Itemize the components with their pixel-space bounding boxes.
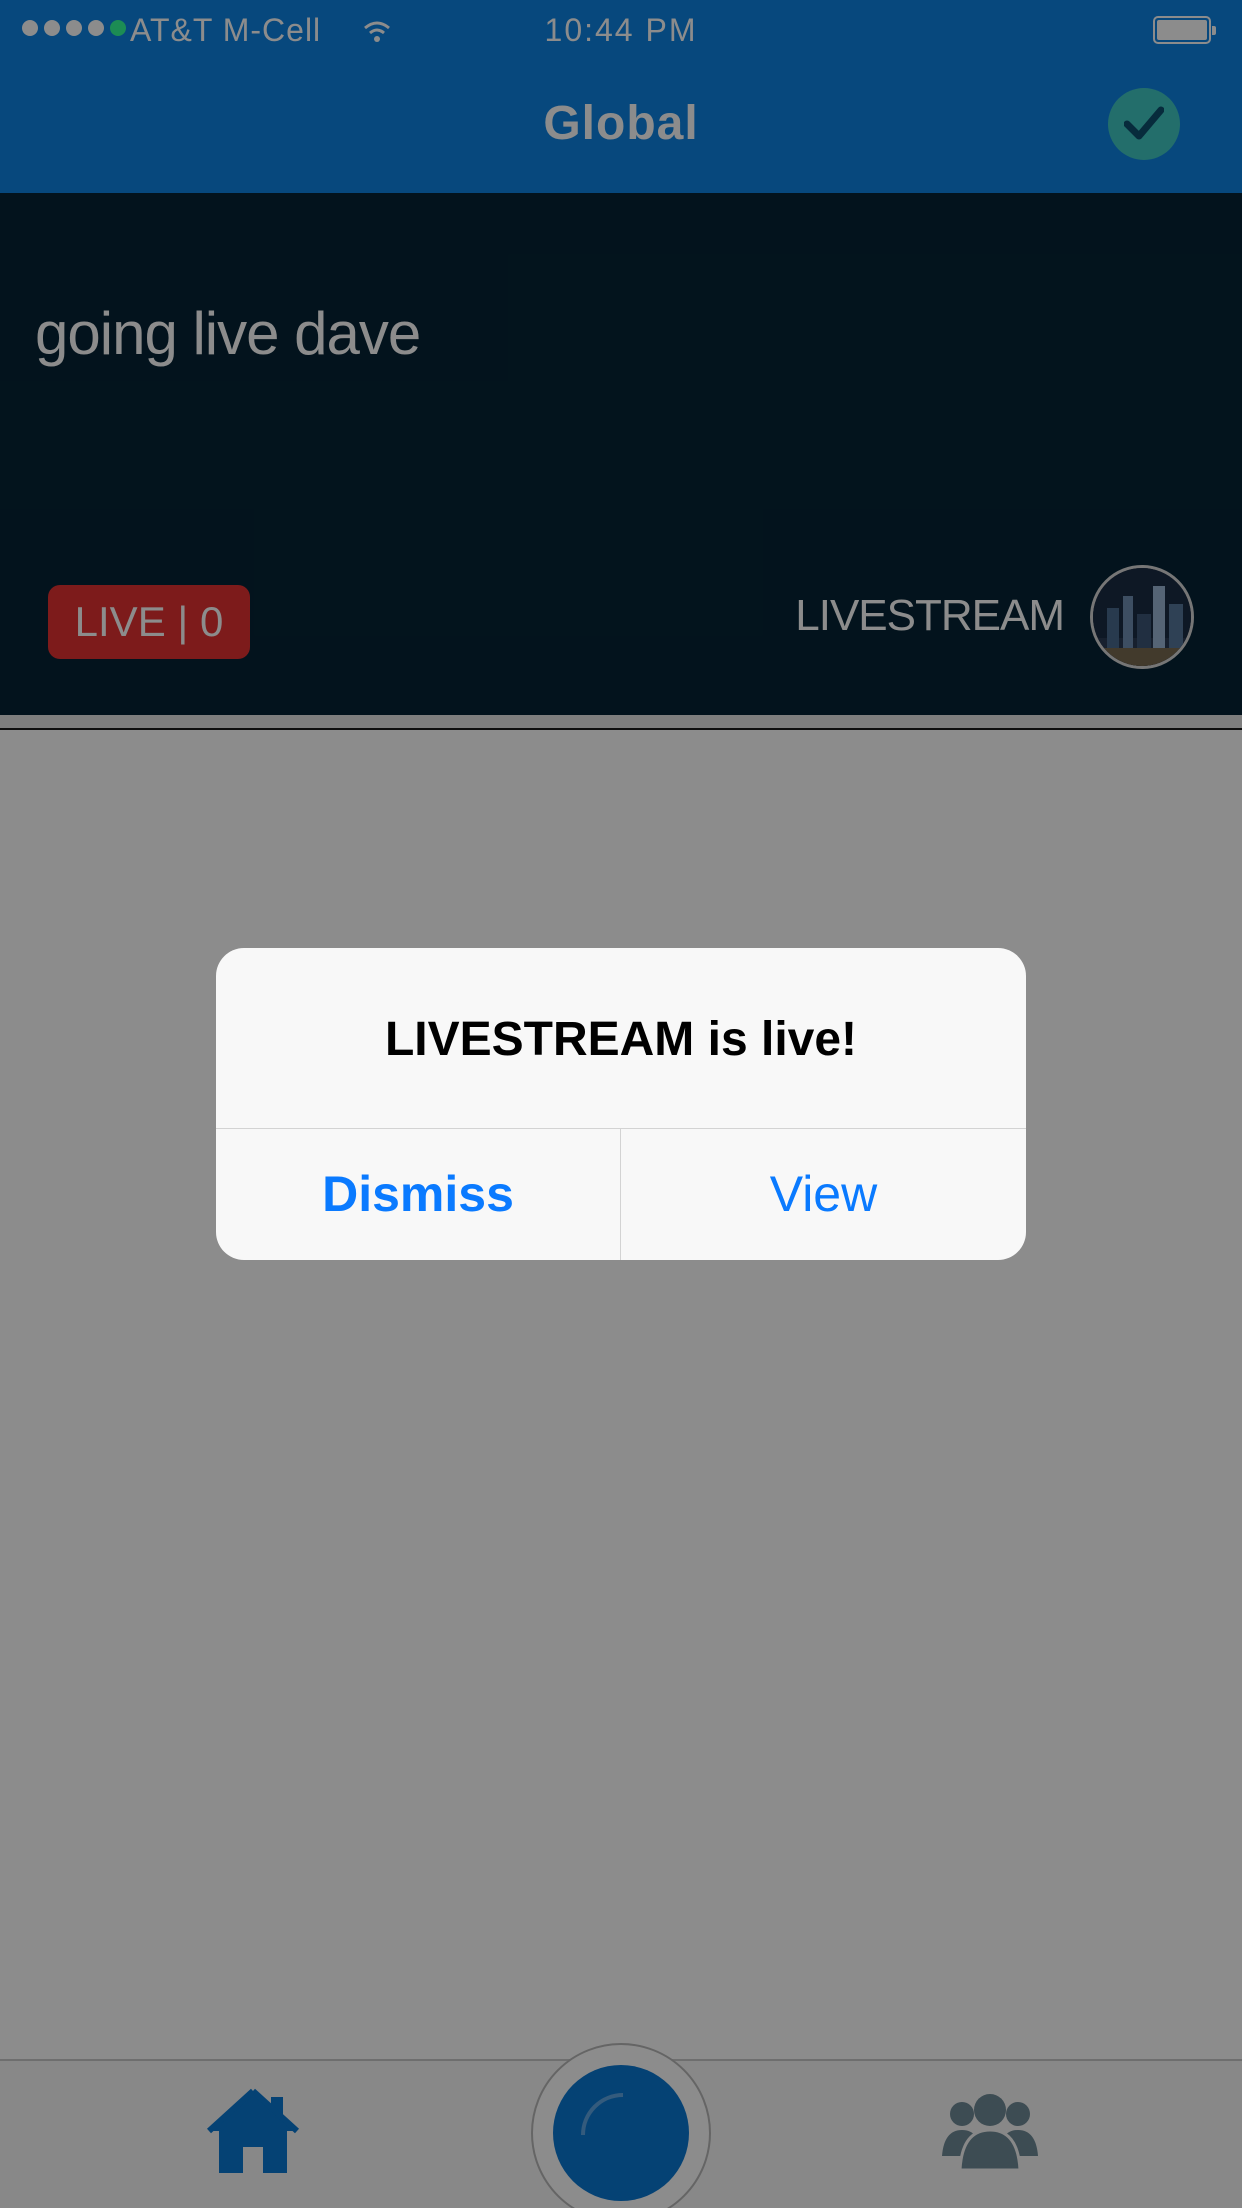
dismiss-button[interactable]: Dismiss	[216, 1129, 620, 1260]
alert-title: LIVESTREAM is live!	[384, 1013, 858, 1066]
live-alert-dialog: LIVESTREAM is live! Dismiss View	[216, 948, 1026, 1260]
app-screen: AT&T M-Cell 10:44 PM Global going live d…	[0, 0, 1242, 2208]
view-button[interactable]: View	[621, 1129, 1026, 1260]
